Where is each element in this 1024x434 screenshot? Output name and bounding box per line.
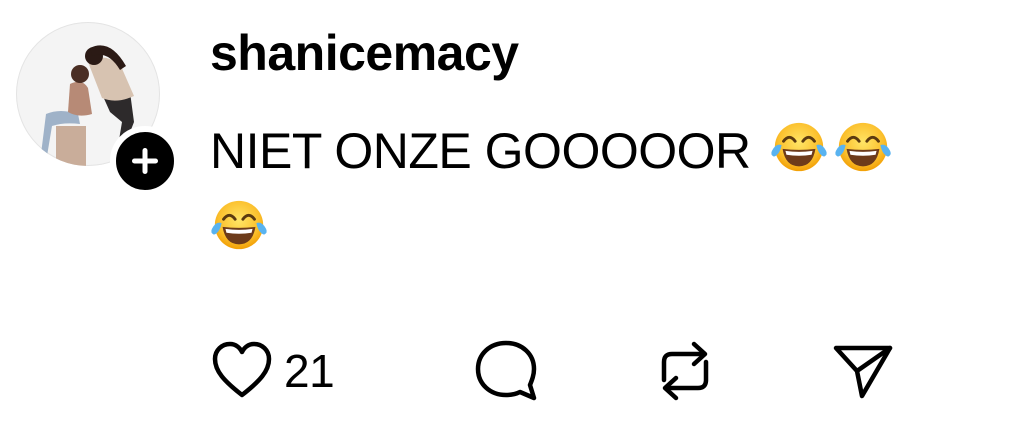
face-with-tears-of-joy-icon (771, 122, 827, 172)
post-action-bar: 21 (210, 336, 910, 406)
post-text: NIET ONZE GOOOOOR (210, 123, 751, 179)
comment-button[interactable] (472, 336, 540, 406)
repost-icon (661, 341, 709, 401)
follow-button[interactable] (110, 126, 180, 196)
like-button[interactable]: 21 (210, 336, 335, 406)
plus-icon (132, 148, 158, 174)
heart-icon (212, 341, 272, 398)
post-username[interactable]: shanicemacy (210, 20, 519, 86)
share-button[interactable] (830, 336, 896, 406)
repost-button[interactable] (650, 336, 720, 406)
avatar-container (16, 22, 180, 196)
face-with-tears-of-joy-icon (211, 200, 267, 250)
post-body: NIET ONZE GOOOOOR (210, 112, 1000, 268)
like-count: 21 (284, 345, 335, 397)
face-with-tears-of-joy-icon (835, 122, 891, 172)
send-icon (833, 345, 893, 399)
comment-icon (475, 340, 537, 401)
